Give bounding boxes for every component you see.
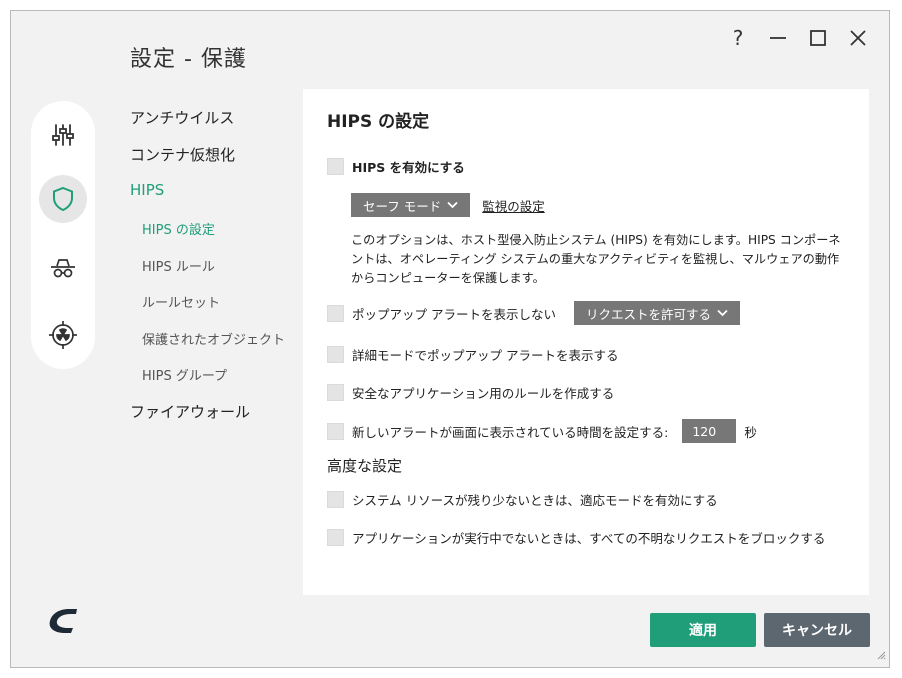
adaptive-mode-label: システム リソースが残り少ないときは、適応モードを有効にする — [352, 493, 718, 508]
hips-description: このオプションは、ホスト型侵入防止システム (HIPS) を有効にします。HIP… — [351, 233, 841, 285]
mode-dropdown[interactable]: セーフ モード — [351, 193, 471, 217]
alert-time-checkbox[interactable] — [327, 422, 344, 440]
maximize-icon — [810, 30, 826, 46]
no-popup-checkbox[interactable] — [327, 304, 344, 322]
chevron-down-icon — [447, 201, 458, 209]
privacy-settings-button[interactable] — [39, 245, 87, 293]
safe-rules-label: 安全なアプリケーション用のルールを作成する — [352, 386, 615, 401]
alert-time-row: 新しいアラートが画面に表示されている時間を設定する: 120 秒 — [327, 419, 757, 443]
minimize-icon — [770, 37, 786, 39]
general-settings-button[interactable] — [39, 111, 87, 159]
spy-icon — [51, 259, 75, 278]
alert-time-unit: 秒 — [744, 424, 757, 440]
window-controls: ? — [727, 26, 869, 50]
hips-settings-panel: HIPS の設定 HIPS を有効にする セーフ モード 監視の設定 このオプシ… — [303, 89, 869, 595]
maximize-button[interactable] — [807, 27, 829, 49]
request-dropdown[interactable]: リクエストを許可する — [573, 301, 740, 325]
block-unknown-row: アプリケーションが実行中でないときは、すべての不明なリクエストをブロックする — [327, 528, 825, 547]
sliders-icon — [52, 124, 74, 146]
enable-hips-checkbox[interactable] — [327, 158, 344, 175]
help-button[interactable]: ? — [727, 26, 749, 50]
safe-rules-checkbox[interactable] — [327, 384, 344, 401]
panel-title: HIPS の設定 — [327, 112, 430, 132]
verbose-popup-label: 詳細モードでポップアップ アラートを表示する — [352, 348, 619, 363]
alert-time-label: 新しいアラートが画面に表示されている時間を設定する: — [352, 424, 669, 440]
resize-grip-icon[interactable] — [876, 645, 886, 664]
adaptive-mode-checkbox[interactable] — [327, 491, 344, 508]
nav-firewall[interactable]: ファイアウォール — [130, 401, 250, 422]
verbose-popup-checkbox[interactable] — [327, 346, 344, 363]
nav-hips-settings[interactable]: HIPS の設定 — [142, 219, 215, 238]
block-unknown-label: アプリケーションが実行中でないときは、すべての不明なリクエストをブロックする — [352, 531, 826, 546]
settings-window: 設定 - 保護 ? アンチウイルス コンテナ仮想化 HIPS HIPS の設定 … — [10, 10, 890, 668]
nav-rulesets[interactable]: ルールセット — [142, 292, 220, 311]
icon-sidebar — [31, 101, 95, 369]
mode-row: セーフ モード 監視の設定 — [351, 193, 545, 217]
close-button[interactable] — [847, 27, 869, 49]
minimize-button[interactable] — [767, 27, 789, 49]
nav-containment[interactable]: コンテナ仮想化 — [130, 144, 235, 165]
request-dropdown-value: リクエストを許可する — [585, 306, 711, 322]
comodo-c-logo — [47, 607, 79, 639]
alert-time-input[interactable]: 120 — [682, 419, 737, 443]
chevron-down-icon — [717, 309, 728, 317]
no-popup-row: ポップアップ アラートを表示しない リクエストを許可する — [327, 301, 740, 325]
block-unknown-checkbox[interactable] — [327, 529, 344, 546]
shield-icon — [53, 186, 73, 212]
apply-button[interactable]: 適用 — [650, 613, 756, 647]
advanced-settings-button[interactable] — [39, 311, 87, 359]
advanced-section-title: 高度な設定 — [327, 457, 403, 475]
protection-settings-button[interactable] — [39, 175, 87, 223]
monitor-settings-link[interactable]: 監視の設定 — [482, 196, 545, 215]
adaptive-mode-row: システム リソースが残り少ないときは、適応モードを有効にする — [327, 490, 718, 509]
enable-hips-label: HIPS を有効にする — [352, 160, 465, 175]
enable-hips-row: HIPS を有効にする — [327, 157, 465, 176]
nav-hips[interactable]: HIPS — [130, 181, 164, 199]
mode-dropdown-value: セーフ モード — [363, 198, 442, 214]
radiation-target-icon — [49, 321, 77, 349]
window-title: 設定 - 保護 — [130, 47, 247, 72]
nav-hips-rules[interactable]: HIPS ルール — [142, 256, 215, 275]
cancel-button[interactable]: キャンセル — [764, 613, 870, 647]
nav-antivirus[interactable]: アンチウイルス — [130, 107, 234, 128]
no-popup-label: ポップアップ アラートを表示しない — [352, 306, 556, 322]
nav-hips-groups[interactable]: HIPS グループ — [142, 365, 227, 384]
verbose-popup-row: 詳細モードでポップアップ アラートを表示する — [327, 345, 618, 364]
safe-rules-row: 安全なアプリケーション用のルールを作成する — [327, 383, 614, 402]
help-icon: ? — [732, 26, 744, 50]
close-icon — [850, 30, 866, 46]
nav-protected-objects[interactable]: 保護されたオブジェクト — [142, 329, 285, 348]
